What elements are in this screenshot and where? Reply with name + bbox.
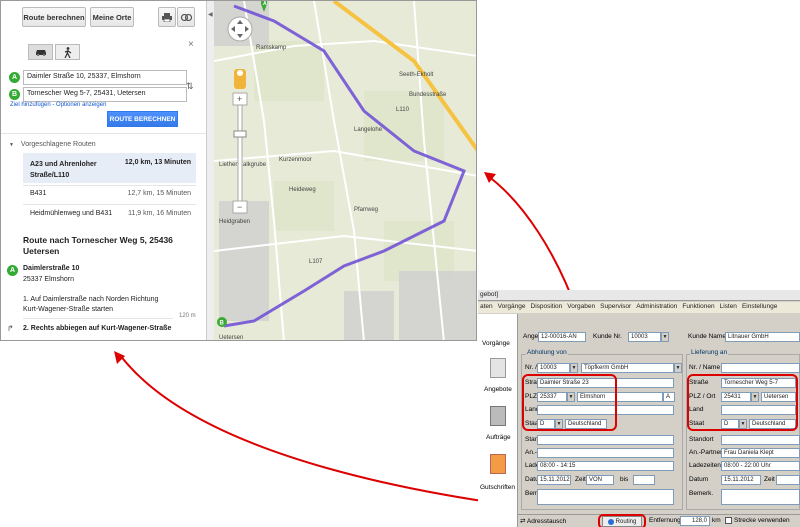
pickup-nr-field[interactable]: 10003 <box>537 363 570 373</box>
pickup-remark-field[interactable] <box>537 489 674 505</box>
offer-field[interactable]: 12-00016-AN <box>538 332 586 342</box>
nav-gutschriften[interactable]: Gutschriften <box>480 484 515 491</box>
customer-label: Kunde Nr. <box>593 333 622 340</box>
nav-vorgaenge[interactable]: Vorgänge <box>482 340 510 347</box>
distance-label: Entfernung <box>649 517 681 524</box>
delivery-location-field[interactable] <box>721 435 800 445</box>
chevron-down-icon[interactable]: ▼ <box>674 363 682 373</box>
credit-note-icon <box>490 454 506 474</box>
app-nav-sidebar: Vorgänge Angebote Aufträge Gutschriften <box>478 314 518 527</box>
nav-auftraege[interactable]: Aufträge <box>486 434 511 441</box>
menu-item[interactable]: Vorgänge <box>498 303 526 312</box>
chevron-down-icon[interactable]: ▼ <box>661 332 669 342</box>
delivery-remark-field[interactable] <box>721 489 800 505</box>
use-route-label: Strecke verwenden <box>734 517 790 524</box>
distance-field[interactable]: 128,0 <box>680 516 710 526</box>
highlight-routing-button <box>598 514 646 527</box>
menu-item[interactable]: Vorgaben <box>567 303 595 312</box>
menu-item[interactable]: Einstellunge <box>742 303 777 312</box>
customer-name-field[interactable]: Litnauer GmbH <box>725 332 800 342</box>
field-label: bis <box>620 476 629 483</box>
field-label: Zeit <box>764 476 775 483</box>
pickup-extra-field[interactable]: A <box>663 392 675 402</box>
pickup-name-field[interactable]: Töpfkerm GmbH <box>581 363 674 373</box>
menu-item[interactable]: Disposition <box>531 303 563 312</box>
document-icon <box>490 406 506 426</box>
pickup-time-to-field[interactable] <box>633 475 655 485</box>
delivery-title: Lieferung an <box>690 349 729 356</box>
delivery-time-field[interactable] <box>776 475 800 485</box>
customer-name-label: Kunde Name <box>688 333 726 340</box>
nav-angebote[interactable]: Angebote <box>484 386 512 393</box>
app-bottom-bar: ⇄ Adresstausch Routing Entfernung 128,0 … <box>518 514 800 527</box>
menu-item[interactable]: Administration <box>636 303 677 312</box>
pickup-location-field[interactable] <box>537 435 674 445</box>
field-label: Datum <box>689 476 709 483</box>
use-route-checkbox[interactable] <box>725 517 732 524</box>
address-swap-button[interactable]: ⇄ Adresstausch <box>520 517 566 525</box>
menu-item[interactable]: Funktionen <box>682 303 714 312</box>
delivery-contact-field[interactable]: Frau Daniela Klept <box>721 448 800 458</box>
pickup-title: Abholung von <box>526 349 568 356</box>
field-label: Ladezeiten <box>689 462 721 469</box>
customer-field[interactable]: 10003 <box>628 332 661 342</box>
chevron-down-icon[interactable]: ▼ <box>570 363 578 373</box>
delivery-nr-field[interactable] <box>721 363 800 373</box>
field-label: An.-Partner <box>689 449 723 456</box>
field-label: Bemerk. <box>689 490 714 497</box>
document-icon <box>490 358 506 378</box>
distance-unit: km <box>712 517 721 524</box>
menu-item[interactable]: Supervisor <box>600 303 631 312</box>
field-label: Nr. / Name <box>689 364 721 371</box>
pickup-times-field[interactable]: 08:00 - 14:15 <box>537 461 674 471</box>
pickup-date-field[interactable]: 15.11.2012 <box>537 475 571 485</box>
highlight-delivery-address <box>687 374 798 431</box>
swap-arrows-icon: ⇄ <box>520 518 526 525</box>
delivery-times-field[interactable]: 08:00 - 22:00 Uhr <box>721 461 800 471</box>
pickup-time-from-field[interactable]: VON <box>586 475 614 485</box>
field-label: Standort <box>689 436 714 443</box>
menu-item[interactable]: aten <box>480 303 493 312</box>
app-menu-bar: aten Vorgänge Disposition Vorgaben Super… <box>478 302 800 313</box>
field-label: Zeit <box>575 476 586 483</box>
dispatch-app-window: gebot] aten Vorgänge Disposition Vorgabe… <box>478 290 800 527</box>
menu-item[interactable]: Listen <box>720 303 737 312</box>
app-title: gebot] <box>478 290 800 301</box>
pickup-contact-field[interactable] <box>537 448 674 458</box>
highlight-pickup-address <box>522 374 617 431</box>
delivery-date-field[interactable]: 15.11.2012 <box>721 475 761 485</box>
